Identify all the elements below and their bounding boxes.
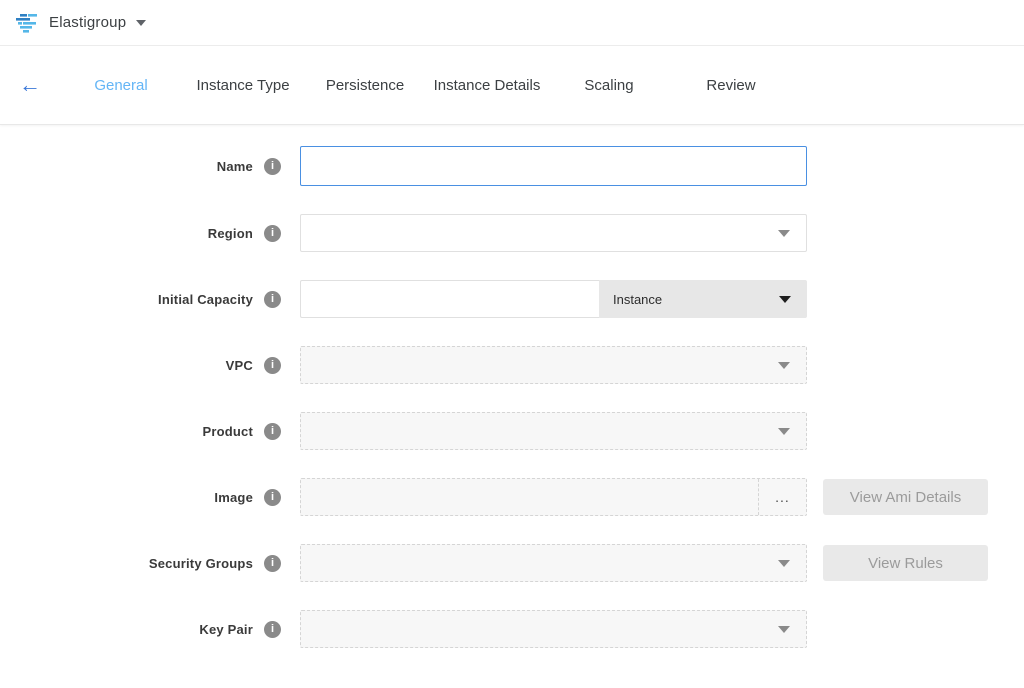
info-icon[interactable]: i [264, 158, 281, 175]
key-pair-label: Key Pair [199, 622, 253, 637]
wizard-tab-bar: ← General Instance Type Persistence Inst… [0, 46, 1024, 125]
info-icon[interactable]: i [264, 423, 281, 440]
security-groups-label: Security Groups [149, 556, 253, 571]
info-icon[interactable]: i [264, 357, 281, 374]
product-label: Product [202, 424, 253, 439]
region-label: Region [208, 226, 253, 241]
view-rules-button: View Rules [823, 545, 988, 581]
capacity-unit-value: Instance [613, 292, 662, 307]
field-row-product: Product i [0, 412, 1024, 450]
field-row-image: Image i ... View Ami Details [0, 478, 1024, 516]
elastigroup-logo-icon [14, 11, 40, 35]
chevron-down-icon [778, 230, 790, 237]
image-browse-button: ... [758, 479, 806, 515]
tab-general[interactable]: General [60, 77, 182, 94]
field-row-security-groups: Security Groups i View Rules [0, 544, 1024, 582]
back-arrow-icon[interactable]: ← [0, 74, 60, 96]
region-select[interactable] [300, 214, 807, 252]
vpc-select [300, 346, 807, 384]
capacity-unit-select[interactable]: Instance [599, 280, 807, 318]
image-input: ... [300, 478, 807, 516]
info-icon[interactable]: i [264, 555, 281, 572]
vpc-label: VPC [226, 358, 253, 373]
chevron-down-icon [778, 428, 790, 435]
key-pair-select [300, 610, 807, 648]
field-row-vpc: VPC i [0, 346, 1024, 384]
tab-persistence[interactable]: Persistence [304, 77, 426, 94]
tab-review[interactable]: Review [670, 77, 792, 94]
chevron-down-icon [136, 20, 146, 26]
security-groups-select [300, 544, 807, 582]
name-label: Name [217, 159, 253, 174]
field-row-initial-capacity: Initial Capacity i Instance [0, 280, 1024, 318]
chevron-down-icon [778, 560, 790, 567]
image-label: Image [214, 490, 253, 505]
chevron-down-icon [778, 626, 790, 633]
general-form: Name i Region i Initial Capacity i [0, 125, 1024, 648]
info-icon[interactable]: i [264, 291, 281, 308]
initial-capacity-input[interactable] [300, 280, 599, 318]
initial-capacity-label: Initial Capacity [158, 292, 253, 307]
tab-instance-details[interactable]: Instance Details [426, 77, 548, 94]
name-input[interactable] [300, 146, 807, 186]
chevron-down-icon [779, 296, 791, 303]
chevron-down-icon [778, 362, 790, 369]
product-select [300, 412, 807, 450]
info-icon[interactable]: i [264, 621, 281, 638]
tab-instance-type[interactable]: Instance Type [182, 77, 304, 94]
field-row-key-pair: Key Pair i [0, 610, 1024, 648]
field-row-region: Region i [0, 214, 1024, 252]
product-switcher[interactable]: Elastigroup [14, 11, 146, 35]
view-ami-details-button: View Ami Details [823, 479, 988, 515]
tab-scaling[interactable]: Scaling [548, 77, 670, 94]
field-row-name: Name i [0, 146, 1024, 186]
app-bar: Elastigroup [0, 0, 1024, 46]
app-title: Elastigroup [49, 14, 126, 31]
info-icon[interactable]: i [264, 489, 281, 506]
info-icon[interactable]: i [264, 225, 281, 242]
